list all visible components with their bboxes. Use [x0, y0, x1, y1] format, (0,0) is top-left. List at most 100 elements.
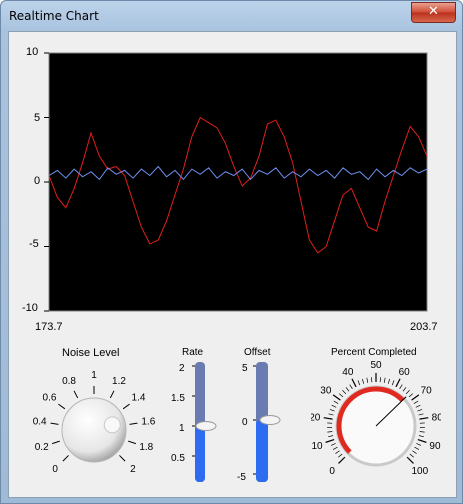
- gauge-tick: [331, 404, 337, 408]
- gauge-tick: [338, 453, 343, 458]
- gauge-tick: [413, 400, 419, 404]
- gauge-tick: [325, 439, 335, 443]
- rate-tick-1-5: 1.5: [171, 393, 185, 404]
- knob-tick-label: 0: [52, 464, 58, 475]
- gauge-tick: [345, 387, 350, 392]
- gauge-tick: [357, 380, 361, 386]
- close-button[interactable]: ✕: [411, 2, 456, 23]
- knob-tick-label: 2: [130, 464, 136, 475]
- gauge-tick: [330, 443, 336, 446]
- gauge-tick-label: 90: [429, 441, 441, 452]
- knob-tick: [73, 390, 79, 399]
- gauge-tick: [338, 456, 346, 464]
- x-tick-start: 173.7: [35, 321, 63, 333]
- y-tick-neg5: -5: [29, 238, 39, 250]
- gauge-tick: [395, 378, 401, 388]
- knob-tick: [51, 440, 60, 445]
- rate-tick-0-5: 0.5: [171, 453, 185, 464]
- gauge-tick: [419, 431, 425, 433]
- gauge-tick: [399, 384, 403, 390]
- noise-level-label: Noise Level: [62, 347, 120, 359]
- offset-slider-handle: [259, 415, 281, 425]
- knob-tick: [128, 440, 137, 445]
- rate-slider-fill: [195, 426, 205, 482]
- knob-tick-label: 1.4: [132, 393, 146, 404]
- knob-tick: [50, 422, 59, 425]
- realtime-line-chart: [44, 52, 428, 312]
- gauge-tick: [409, 453, 414, 458]
- gauge-tick: [387, 378, 391, 384]
- percent-completed-gauge: 0 10 20 30 40 50 60 70 80 90 100: [311, 360, 441, 477]
- knob-tick: [119, 455, 126, 462]
- y-tick-10: 10: [26, 46, 39, 58]
- gauge-tick: [332, 446, 338, 450]
- offset-slider[interactable]: [249, 360, 281, 484]
- rate-tick-1: 1: [179, 423, 185, 434]
- gauge-tick: [416, 443, 422, 446]
- gauge-tick-label: 0: [329, 466, 335, 477]
- gauge-tick-label: 40: [342, 367, 354, 378]
- knob-tick-label: 0.2: [35, 442, 49, 453]
- knob-tick-label: 1.6: [141, 416, 155, 427]
- y-tick-5: 5: [34, 112, 41, 124]
- window-title: Realtime Chart: [9, 9, 99, 23]
- rate-tick-2: 2: [179, 363, 185, 374]
- gauge-tick: [408, 393, 413, 398]
- gauge-tick: [332, 394, 341, 401]
- plot-area: [48, 52, 428, 312]
- knob-tick-label: 1.8: [139, 442, 153, 453]
- noise-level-knob[interactable]: 00.2 0.4 0.6 0.8 1 1.2 1.4 1.6 1.82: [29, 360, 159, 490]
- knob-tick: [58, 403, 66, 410]
- realtime-chart-window: Realtime Chart ✕ 10 5 0 -5 -10 173.7 203…: [0, 0, 463, 504]
- gauge-tick: [328, 435, 334, 438]
- knob-tick: [109, 390, 115, 399]
- gauge-tick: [418, 435, 424, 438]
- gauge-tick: [323, 417, 333, 420]
- gauge-tick: [328, 413, 334, 416]
- knob-pointer: [103, 416, 121, 434]
- gauge-tick: [349, 384, 353, 390]
- rate-label: Rate: [182, 347, 204, 358]
- gauge-tick: [402, 387, 407, 392]
- gauge-tick: [335, 450, 340, 454]
- gauge-tick-label: 50: [370, 360, 382, 371]
- gauge-tick-label: 80: [432, 412, 441, 423]
- gauge-tick-label: 30: [320, 386, 332, 397]
- offset-tick-neg5: -5: [237, 472, 246, 483]
- knob-tick-label: 1: [91, 370, 97, 381]
- gauge-tick: [333, 400, 339, 404]
- gauge-tick: [419, 417, 429, 420]
- gauge-tick: [412, 450, 417, 454]
- offset-slider-fill: [256, 420, 268, 482]
- gauge-tick: [391, 380, 395, 386]
- gauge-tick: [366, 377, 369, 383]
- gauge-tick-label: 20: [311, 412, 321, 423]
- gauge-tick-label: 60: [399, 367, 411, 378]
- gauge-tick: [417, 439, 427, 443]
- gauge-tick: [383, 377, 386, 383]
- gauge-tick: [361, 378, 365, 384]
- gauge-tick: [415, 404, 421, 408]
- client-area: 10 5 0 -5 -10 173.7 203.7 Noise Level 00…: [8, 31, 457, 498]
- gauge-tick: [342, 390, 347, 395]
- knob-tick-label: 0.4: [33, 416, 47, 427]
- x-tick-end: 203.7: [410, 321, 438, 333]
- gauge-tick: [418, 413, 424, 416]
- y-tick-neg10: -10: [22, 302, 38, 314]
- knob-tick: [62, 455, 69, 462]
- offset-tick-0: 0: [242, 417, 248, 428]
- knob-tick-label: 0.6: [43, 393, 57, 404]
- gauge-tick: [417, 409, 423, 412]
- title-bar[interactable]: Realtime Chart ✕: [1, 1, 462, 31]
- gauge-tick-label: 70: [421, 386, 433, 397]
- gauge-tick: [339, 393, 344, 398]
- rate-slider[interactable]: [188, 360, 220, 484]
- gauge-tick: [327, 431, 333, 433]
- percent-completed-label: Percent Completed: [331, 347, 417, 358]
- rate-slider-handle: [195, 421, 217, 431]
- knob-tick: [129, 422, 138, 425]
- knob-tick-label: 1.2: [112, 376, 126, 387]
- gauge-tick: [411, 394, 420, 401]
- knob-tick: [122, 403, 130, 410]
- gauge-tick-label: 100: [411, 466, 428, 477]
